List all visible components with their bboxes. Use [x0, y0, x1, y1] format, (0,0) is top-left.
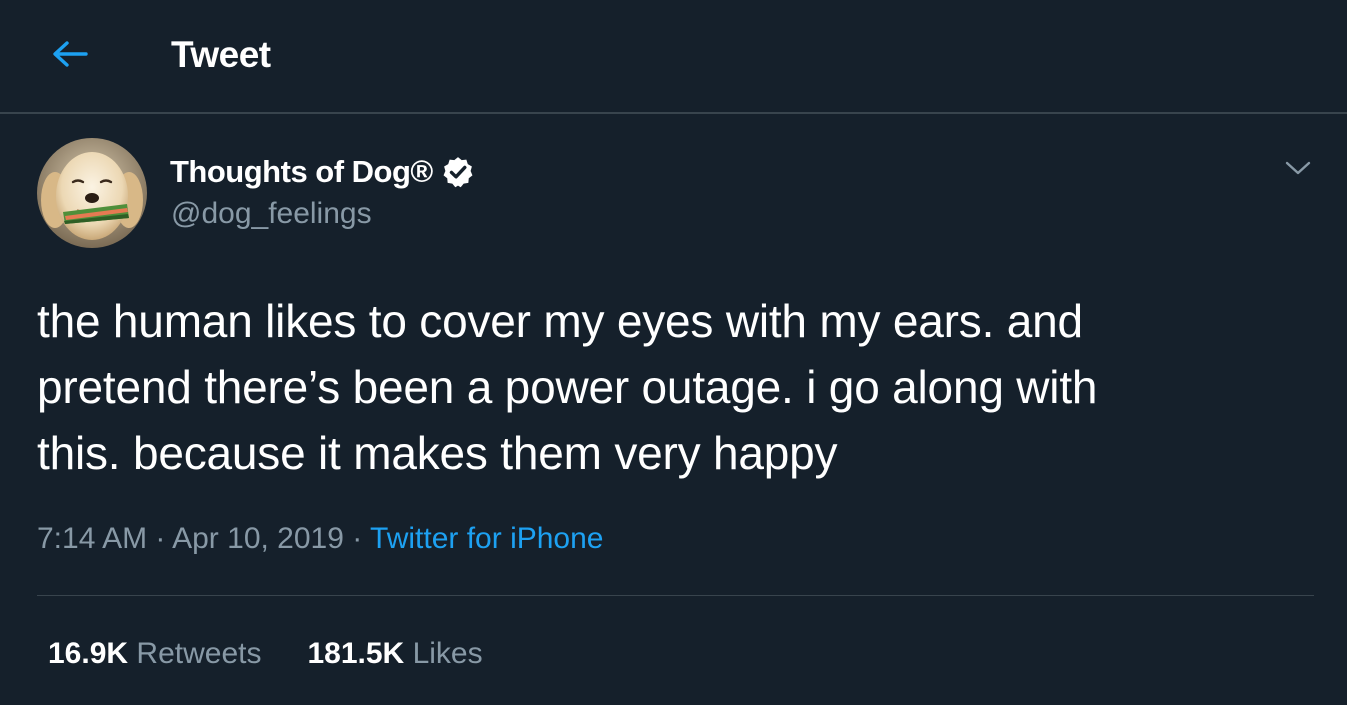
- chevron-down-icon: [1285, 161, 1311, 175]
- likes-label: Likes: [412, 637, 483, 670]
- header-bar: Tweet: [0, 0, 1347, 114]
- more-options-button[interactable]: [1276, 146, 1320, 190]
- page-title: Tweet: [171, 34, 271, 75]
- author-name-row[interactable]: Thoughts of Dog®: [170, 154, 475, 190]
- tweet-text-line: this. because it makes them very happy: [37, 427, 838, 479]
- tweet-text-line: the human likes to cover my eyes with my…: [37, 295, 1083, 347]
- tweet-text-line: pretend there’s been a power outage. i g…: [37, 361, 1098, 413]
- tweet-time[interactable]: 7:14 AM: [37, 522, 147, 555]
- author-handle[interactable]: @dog_feelings: [171, 197, 372, 231]
- tweet-detail: Thoughts of Dog® @dog_feelings the human…: [0, 114, 1347, 705]
- tweet-text: the human likes to cover my eyes with my…: [37, 288, 1317, 486]
- meta-separator: ·: [352, 522, 363, 555]
- likes-stat[interactable]: 181.5K Likes: [307, 637, 482, 671]
- retweets-count: 16.9K: [48, 637, 129, 670]
- back-button[interactable]: [44, 30, 96, 78]
- retweets-stat[interactable]: 16.9K Retweets: [48, 637, 261, 671]
- tweet-source-link[interactable]: Twitter for iPhone: [370, 522, 603, 555]
- tweet-stats: 16.9K Retweets 181.5K Likes: [48, 637, 529, 671]
- tweet-meta: 7:14 AM · Apr 10, 2019 · Twitter for iPh…: [37, 522, 603, 556]
- likes-count: 181.5K: [307, 637, 405, 670]
- arrow-left-icon: [53, 41, 88, 67]
- avatar[interactable]: [37, 138, 147, 248]
- tweet-date[interactable]: Apr 10, 2019: [172, 522, 344, 555]
- retweets-label: Retweets: [136, 637, 262, 670]
- author-display-name: Thoughts of Dog®: [170, 154, 433, 189]
- dog-avatar-image: [37, 138, 147, 248]
- meta-separator: ·: [155, 522, 166, 555]
- verified-badge-icon: [443, 157, 473, 188]
- divider: [37, 595, 1314, 596]
